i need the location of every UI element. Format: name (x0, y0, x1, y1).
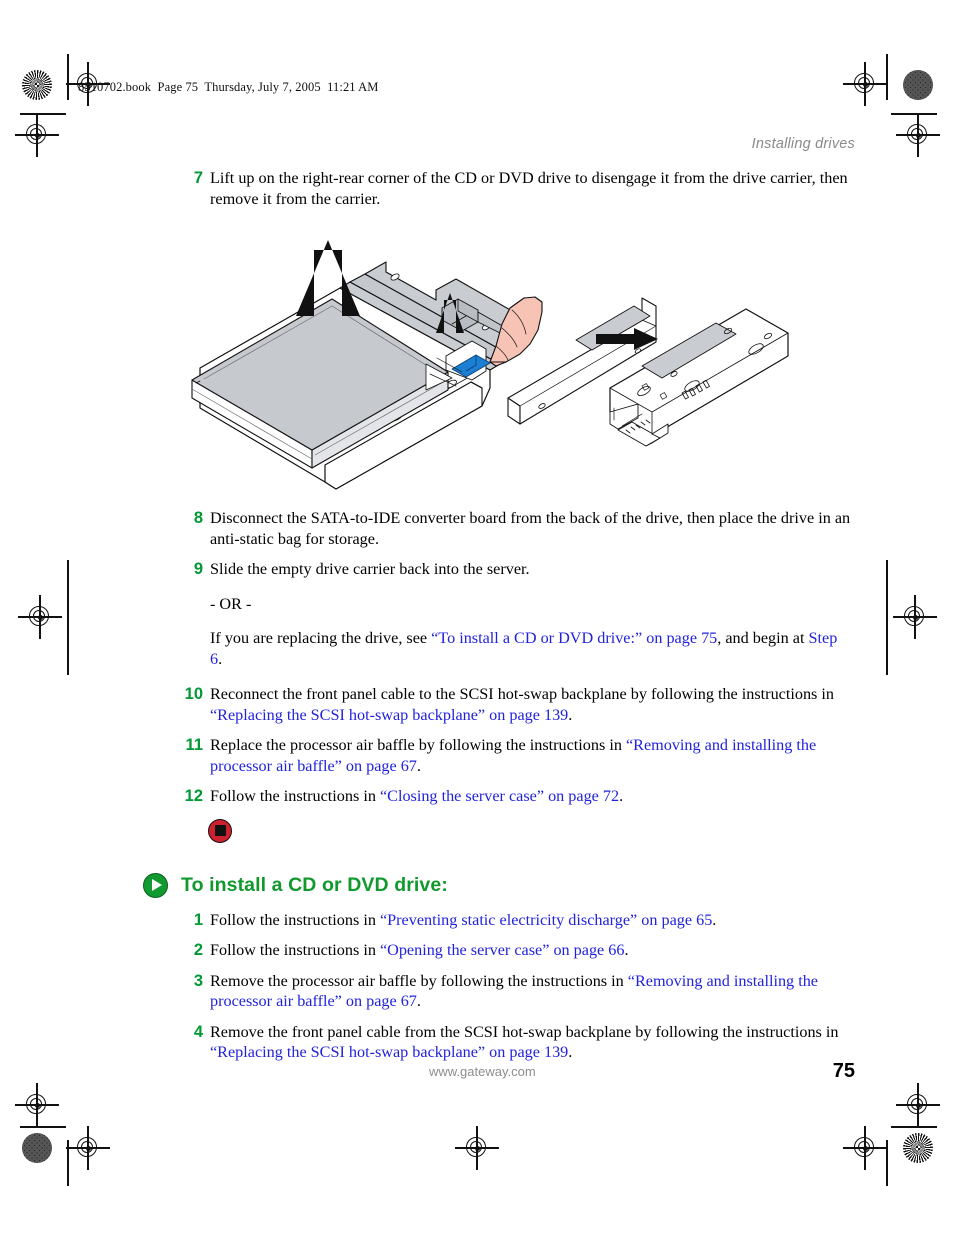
registration-crosshair-bottom-right-inner (896, 1083, 940, 1127)
trim-line-top-right-horizontal (891, 113, 937, 115)
step-9-text: Slide the empty drive carrier back into … (210, 559, 852, 580)
step-12-number: 12 (184, 787, 203, 805)
body-text-run: Follow the instructions in (210, 910, 380, 929)
body-text-run: . (218, 649, 223, 668)
replacing-drive-paragraph: If you are replacing the drive, see “To … (210, 628, 852, 669)
step-12: 12 Follow the instructions in “Closing t… (180, 786, 852, 807)
registration-crosshair-bottom-center (455, 1126, 499, 1170)
body-text-run: . (624, 941, 629, 959)
install-step-1-number: 1 (193, 910, 203, 929)
install-step-3-text: Remove the processor air baffle by follo… (210, 971, 852, 1012)
step-11-text: Replace the processor air baffle by foll… (210, 735, 852, 776)
trim-line-bottom-left-vertical (67, 1140, 69, 1186)
section-heading-install-cd-dvd: To install a CD or DVD drive: (143, 872, 852, 898)
body-text-run: Disconnect the SATA-to-IDE converter boa… (210, 509, 851, 548)
body-text-run: If you are replacing the drive, see (210, 629, 432, 647)
install-step-1-text: Follow the instructions in “Preventing s… (210, 910, 852, 931)
cross-reference-link[interactable]: “Opening the server case” on page 66 (380, 941, 625, 959)
step-7: 7 Lift up on the right-rear corner of th… (180, 168, 852, 209)
install-step-2-text: Follow the instructions in “Opening the … (210, 940, 852, 961)
body-text-run: Follow the instructions in (210, 787, 380, 805)
play-triangle-icon (143, 872, 168, 898)
step-11-number: 11 (185, 736, 203, 754)
step-9: 9 Slide the empty drive carrier back int… (180, 559, 852, 580)
body-text-run: Follow the instructions in (210, 941, 380, 959)
install-step-3-number: 3 (193, 971, 203, 990)
stop-square-glyph (214, 825, 226, 836)
running-header: Installing drives (751, 136, 855, 152)
registration-crosshair-mid-right (893, 595, 937, 639)
trim-line-top-left-horizontal (20, 113, 66, 115)
trim-line-bottom-left-horizontal (20, 1126, 66, 1128)
step-10-number: 10 (184, 685, 203, 703)
body-text-run: Reconnect the front panel cable to the S… (210, 685, 834, 703)
body-text-run: . (619, 787, 624, 805)
registration-crosshair-bottom-left-outer (66, 1126, 110, 1170)
or-separator: - OR - (210, 594, 252, 613)
halftone-star-target-top-left (22, 70, 52, 100)
body-text-run: . (712, 910, 717, 929)
cross-reference-link[interactable]: “Preventing static electricity discharge… (380, 911, 712, 929)
page-content: 7 Lift up on the right-rear corner of th… (143, 168, 852, 1072)
body-text-run: . (416, 756, 421, 775)
body-text-run: . (568, 1043, 573, 1061)
halftone-solid-target-top-right (903, 70, 933, 100)
step-9-number: 9 (193, 560, 203, 578)
step-10-text: Reconnect the front panel cable to the S… (210, 684, 852, 725)
trim-line-mid-left-vertical (67, 560, 69, 675)
footer-website-url: www.gateway.com (429, 1064, 536, 1079)
body-text-run: Replace the processor air baffle by foll… (210, 736, 626, 754)
cross-reference-link[interactable]: “To install a CD or DVD drive:” on page … (431, 629, 717, 647)
step-8-number: 8 (193, 509, 203, 527)
install-step-4: 4 Remove the front panel cable from the … (180, 1022, 852, 1063)
body-text-run: , and begin at (717, 629, 809, 647)
halftone-star-target-bottom-right (903, 1133, 933, 1163)
install-step-2-number: 2 (193, 941, 203, 959)
body-text-run: Remove the front panel cable from the SC… (210, 1022, 839, 1041)
install-step-3: 3 Remove the processor air baffle by fol… (180, 971, 852, 1012)
registration-crosshair-mid-left (18, 595, 62, 639)
halftone-solid-target-bottom-left (22, 1133, 52, 1163)
cross-reference-link[interactable]: “Replacing the SCSI hot-swap backplane” … (210, 706, 568, 724)
step-12-text: Follow the instructions in “Closing the … (210, 786, 852, 807)
registration-crosshair-top-left-inner (15, 113, 59, 157)
cross-reference-link[interactable]: “Replacing the SCSI hot-swap backplane” … (210, 1043, 568, 1061)
body-text-run: Remove the processor air baffle by follo… (210, 971, 628, 990)
step-10: 10 Reconnect the front panel cable to th… (180, 684, 852, 725)
registration-crosshair-bottom-right-outer (843, 1126, 887, 1170)
registration-crosshair-top-right-outer (843, 62, 887, 106)
step-7-text: Lift up on the right-rear corner of the … (210, 168, 852, 209)
step-11: 11 Replace the processor air baffle by f… (180, 735, 852, 776)
cross-reference-link[interactable]: “Closing the server case” on page 72 (380, 787, 619, 805)
body-text-run: . (568, 705, 573, 724)
trim-line-top-left-vertical (67, 54, 69, 100)
install-steps-list: 1 Follow the instructions in “Preventing… (180, 910, 852, 1063)
registration-crosshair-bottom-left-inner (15, 1083, 59, 1127)
section-heading-label: To install a CD or DVD drive: (181, 873, 448, 896)
trim-line-bottom-right-horizontal (891, 1126, 937, 1128)
registration-crosshair-top-right-inner (896, 113, 940, 157)
trim-line-top-right-vertical (886, 54, 888, 100)
body-text-run: . (416, 992, 421, 1010)
file-slug-header: 8510702.book Page 75 Thursday, July 7, 2… (78, 80, 379, 94)
footer-page-number: 75 (832, 1060, 855, 1082)
step-8: 8 Disconnect the SATA-to-IDE converter b… (180, 508, 852, 549)
step-8-text: Disconnect the SATA-to-IDE converter boa… (210, 508, 852, 549)
figure-spacer (180, 218, 852, 508)
trim-line-bottom-right-vertical (886, 1140, 888, 1186)
install-step-4-text: Remove the front panel cable from the SC… (210, 1022, 852, 1063)
install-step-4-number: 4 (193, 1022, 203, 1041)
body-text-run: Slide the empty drive carrier back into … (210, 560, 530, 578)
install-step-1: 1 Follow the instructions in “Preventing… (180, 910, 852, 931)
install-step-2: 2 Follow the instructions in “Opening th… (180, 940, 852, 961)
step-7-number: 7 (193, 169, 203, 187)
trim-line-mid-right-vertical (886, 560, 888, 675)
body-text-run: Lift up on the right-rear corner of the … (210, 169, 848, 208)
end-of-procedure-stop-icon (208, 818, 232, 843)
